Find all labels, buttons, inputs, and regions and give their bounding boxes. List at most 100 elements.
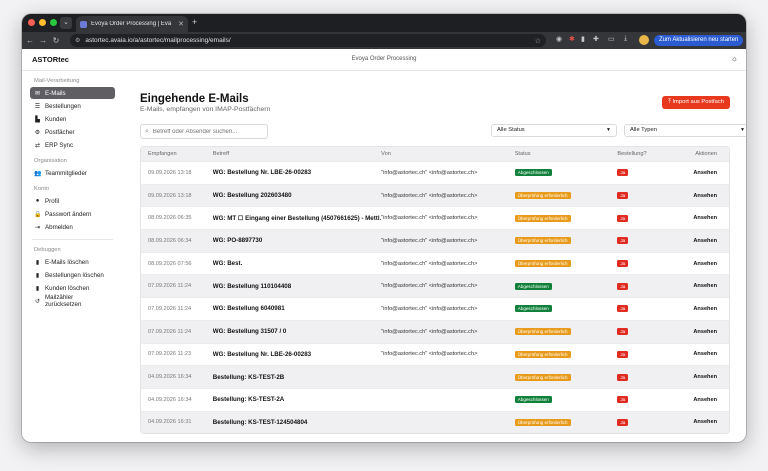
minimize-window-icon[interactable]	[39, 19, 46, 26]
forward-icon[interactable]: →	[38, 36, 48, 45]
table-row[interactable]: 04.09.2026 16:34 Bestellung: KS-TEST-2B Üb…	[141, 365, 729, 388]
url-field[interactable]: ⚙ astortec.avaia.io/a/astortec/mailproce…	[70, 34, 546, 47]
app-title: Evoya Order Processing	[351, 56, 417, 62]
sidebar-item-kunden-löschen[interactable]: ▮ Kunden löschen	[30, 282, 115, 294]
view-email-link[interactable]: Ansehen	[667, 306, 729, 312]
sidebar-item-label: Bestellungen	[45, 102, 81, 110]
sidepanel-icon[interactable]: ▭	[608, 35, 615, 43]
table-row[interactable]: 07.09.2026 11:24 WG: Bestellung 31507 / 0…	[141, 319, 729, 343]
table-row[interactable]: 08.09.2026 07:56 WG: Best. "info@astortec.…	[141, 251, 729, 275]
status-badge: Abgeschlossen	[514, 305, 552, 313]
view-email-link[interactable]: Ansehen	[667, 329, 729, 335]
tab-close-icon[interactable]: ✕	[178, 20, 184, 28]
table-row[interactable]: 09.09.2026 13:18 WG: Bestellung Nr. LBE-2…	[141, 161, 729, 184]
view-email-link[interactable]: Ansehen	[667, 351, 729, 357]
sidebar-item-teammitglieder[interactable]: 👥 Teammitglieder	[30, 167, 115, 179]
bookmark-star-icon[interactable]: ☆	[535, 37, 541, 45]
sidebar-item-mailzähler-zurücksetzen[interactable]: ↺ Mailzähler zurücksetzen	[30, 294, 115, 308]
page-title: Eingehende E-Mails	[140, 93, 249, 105]
order-badge: Ja	[617, 169, 629, 177]
table-row[interactable]: 09.09.2026 13:18 WG: Bestellung 202603480…	[141, 183, 729, 207]
table-row[interactable]: 08.09.2026 06:34 WG: PO-8897730 "info@asto…	[141, 229, 729, 252]
column-header[interactable]: Betreff	[213, 151, 381, 157]
order-cell: Ja	[617, 396, 667, 404]
column-header[interactable]: Aktionen	[667, 151, 729, 157]
extensions-puzzle-icon[interactable]: ✚	[593, 35, 599, 43]
sidebar-item-kunden[interactable]: ▙ Kunden	[30, 113, 115, 125]
building-icon: ▙	[35, 116, 40, 123]
search-box[interactable]: ⌕	[140, 124, 268, 139]
theme-toggle-icon[interactable]: ☼	[731, 54, 738, 63]
import-mailbox-button[interactable]: ⤒ Import aus Postfach	[662, 96, 730, 109]
email-subject[interactable]: WG: Bestellung 110104408	[213, 283, 381, 290]
email-subject[interactable]: WG: MT ☐ Eingang einer Bestellung (45076…	[213, 215, 381, 222]
upload-icon: ⤒	[668, 99, 671, 105]
sidebar-item-profil[interactable]: ● Profil	[30, 195, 115, 207]
table-row[interactable]: 07.09.2026 11:24 WG: Bestellung 6040981 "i…	[141, 297, 729, 320]
email-subject[interactable]: WG: Best.	[213, 260, 381, 267]
order-cell: Ja	[617, 192, 667, 200]
update-restart-button[interactable]: Zum Aktualisieren neu starten	[654, 35, 744, 46]
download-icon[interactable]: ⤓	[624, 35, 627, 43]
table-row[interactable]: 07.09.2026 11:24 WG: Bestellung 110104408…	[141, 274, 729, 298]
sidebar-item-passwort-ändern[interactable]: 🔒 Passwort ändern	[30, 208, 115, 220]
extension-red-icon[interactable]: ✱	[569, 35, 575, 43]
site-info-icon[interactable]: ⚙	[75, 37, 80, 44]
close-window-icon[interactable]	[28, 19, 35, 26]
extension-icon[interactable]: ◉	[556, 35, 562, 43]
email-subject[interactable]: Bestellung: KS-TEST-2A	[213, 396, 381, 403]
view-email-link[interactable]: Ansehen	[667, 283, 729, 289]
column-header[interactable]: Empfangen	[141, 151, 213, 157]
view-email-link[interactable]: Ansehen	[667, 374, 729, 380]
sidebar-item-abmelden[interactable]: ⇥ Abmelden	[30, 221, 115, 233]
sidebar: Mail-Verarbeitung ✉ E-Mails ☰ Bestellungen ▙ K…	[22, 71, 123, 442]
browser-tab[interactable]: Evoya Order Processing | Eva ✕	[76, 16, 188, 32]
view-email-link[interactable]: Ansehen	[667, 170, 729, 176]
reset-icon: ↺	[34, 298, 40, 305]
sidebar-item-erp-sync[interactable]: ⇄ ERP Sync	[30, 139, 115, 151]
search-input[interactable]	[152, 128, 258, 135]
sidebar-item-e-mails-löschen[interactable]: ▮ E-Mails löschen	[30, 256, 115, 268]
email-subject[interactable]: Bestellung: KS-TEST-124504804	[213, 419, 381, 426]
sidebar-item-postfächer[interactable]: ⚙ Postfächer	[30, 126, 115, 138]
extension-doc-icon[interactable]: ▮	[581, 35, 585, 43]
status-filter-select[interactable]: Alle Status ▼	[491, 124, 617, 137]
view-email-link[interactable]: Ansehen	[667, 261, 729, 267]
view-email-link[interactable]: Ansehen	[667, 397, 729, 403]
view-email-link[interactable]: Ansehen	[667, 193, 729, 199]
maximize-window-icon[interactable]	[50, 19, 57, 26]
new-tab-icon[interactable]: +	[192, 17, 197, 27]
email-subject[interactable]: WG: PO-8897730	[213, 237, 381, 244]
email-subject[interactable]: WG: Bestellung 6040981	[213, 305, 381, 312]
sidebar-item-bestellungen[interactable]: ☰ Bestellungen	[30, 100, 115, 112]
view-email-link[interactable]: Ansehen	[667, 238, 729, 244]
column-header[interactable]: Von	[381, 151, 515, 157]
sidebar-item-bestellungen-löschen[interactable]: ▮ Bestellungen löschen	[30, 269, 115, 281]
status-badge: Überprüfung erforderlich	[514, 328, 571, 336]
email-subject[interactable]: WG: Bestellung Nr. LBE-26-00283	[213, 169, 381, 176]
view-email-link[interactable]: Ansehen	[667, 215, 729, 221]
column-header[interactable]: Bestellung?	[617, 151, 667, 157]
reload-icon[interactable]: ↻	[51, 36, 61, 45]
email-sender: "info@astortec.ch" <info@astortec.ch>	[381, 215, 478, 222]
table-row[interactable]: 04.09.2026 16:34 Bestellung: KS-TEST-2A Ab…	[141, 387, 729, 411]
email-subject[interactable]: WG: Bestellung Nr. LBE-26-00283	[213, 351, 381, 358]
email-subject[interactable]: Bestellung: KS-TEST-2B	[213, 374, 381, 381]
column-header[interactable]: Status	[515, 151, 618, 157]
sidebar-item-e-mails[interactable]: ✉ E-Mails	[30, 87, 115, 99]
tab-search-icon[interactable]: ⌄	[60, 17, 72, 29]
profile-avatar[interactable]	[639, 35, 649, 45]
order-cell: Ja	[617, 418, 667, 426]
view-email-link[interactable]: Ansehen	[667, 419, 729, 425]
table-row[interactable]: 07.09.2026 11:23 WG: Bestellung Nr. LBE-2…	[141, 342, 729, 366]
table-row[interactable]: 08.09.2026 06:35 WG: MT ☐ Eingang einer B…	[141, 206, 729, 230]
back-icon[interactable]: ←	[25, 36, 35, 45]
sidebar-item-label: E-Mails	[45, 89, 66, 97]
table-row[interactable]: 04.09.2026 16:31 Bestellung: KS-TEST-1245…	[141, 410, 729, 434]
status-cell: Abgeschlossen	[514, 282, 618, 290]
email-subject[interactable]: WG: Bestellung 202603480	[213, 192, 381, 199]
email-subject[interactable]: WG: Bestellung 31507 / 0	[213, 328, 381, 335]
type-filter-select[interactable]: Alle Typen ▼	[624, 124, 746, 137]
tab-title: Evoya Order Processing | Eva	[91, 21, 172, 27]
order-cell: Ja	[617, 373, 667, 381]
